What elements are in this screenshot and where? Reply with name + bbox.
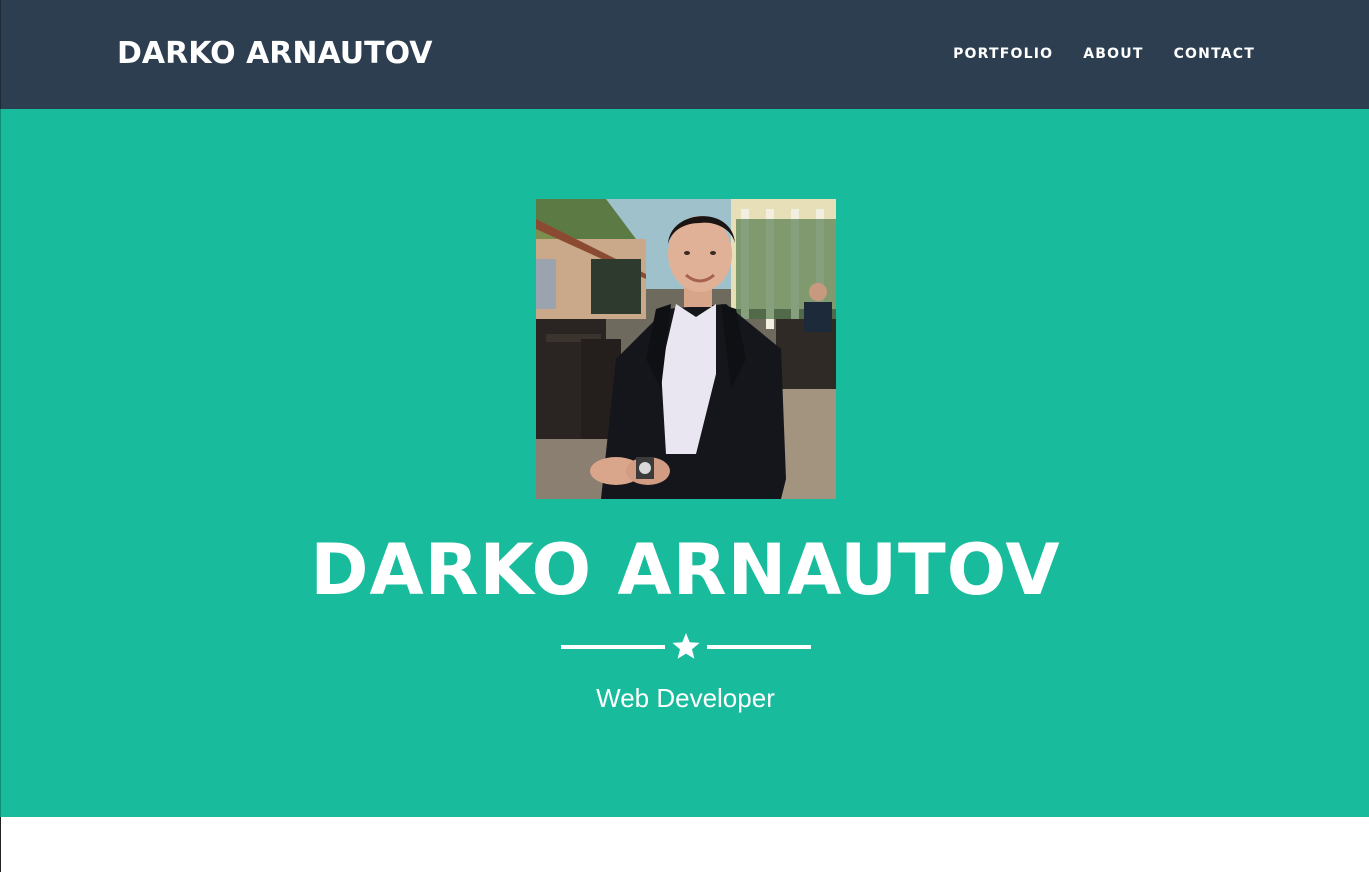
hero-section: DARKO ARNAUTOV Web Developer — [0, 109, 1369, 817]
hero-title: DARKO ARNAUTOV — [310, 529, 1061, 611]
nav-menu: PORTFOLIO ABOUT CONTACT — [938, 44, 1255, 64]
nav-link-portfolio[interactable]: PORTFOLIO — [938, 44, 1068, 64]
divider-line-left — [561, 645, 665, 649]
divider-line-right — [707, 645, 811, 649]
hero-subtitle: Web Developer — [596, 683, 775, 713]
page-content-below — [0, 817, 1369, 872]
star-divider — [561, 629, 811, 663]
navbar: DARKO ARNAUTOV PORTFOLIO ABOUT CONTACT — [0, 0, 1369, 109]
profile-photo — [536, 199, 836, 499]
star-icon — [672, 633, 700, 659]
brand-link[interactable]: DARKO ARNAUTOV — [117, 36, 433, 72]
nav-link-contact[interactable]: CONTACT — [1159, 44, 1255, 64]
nav-link-about[interactable]: ABOUT — [1068, 44, 1158, 64]
